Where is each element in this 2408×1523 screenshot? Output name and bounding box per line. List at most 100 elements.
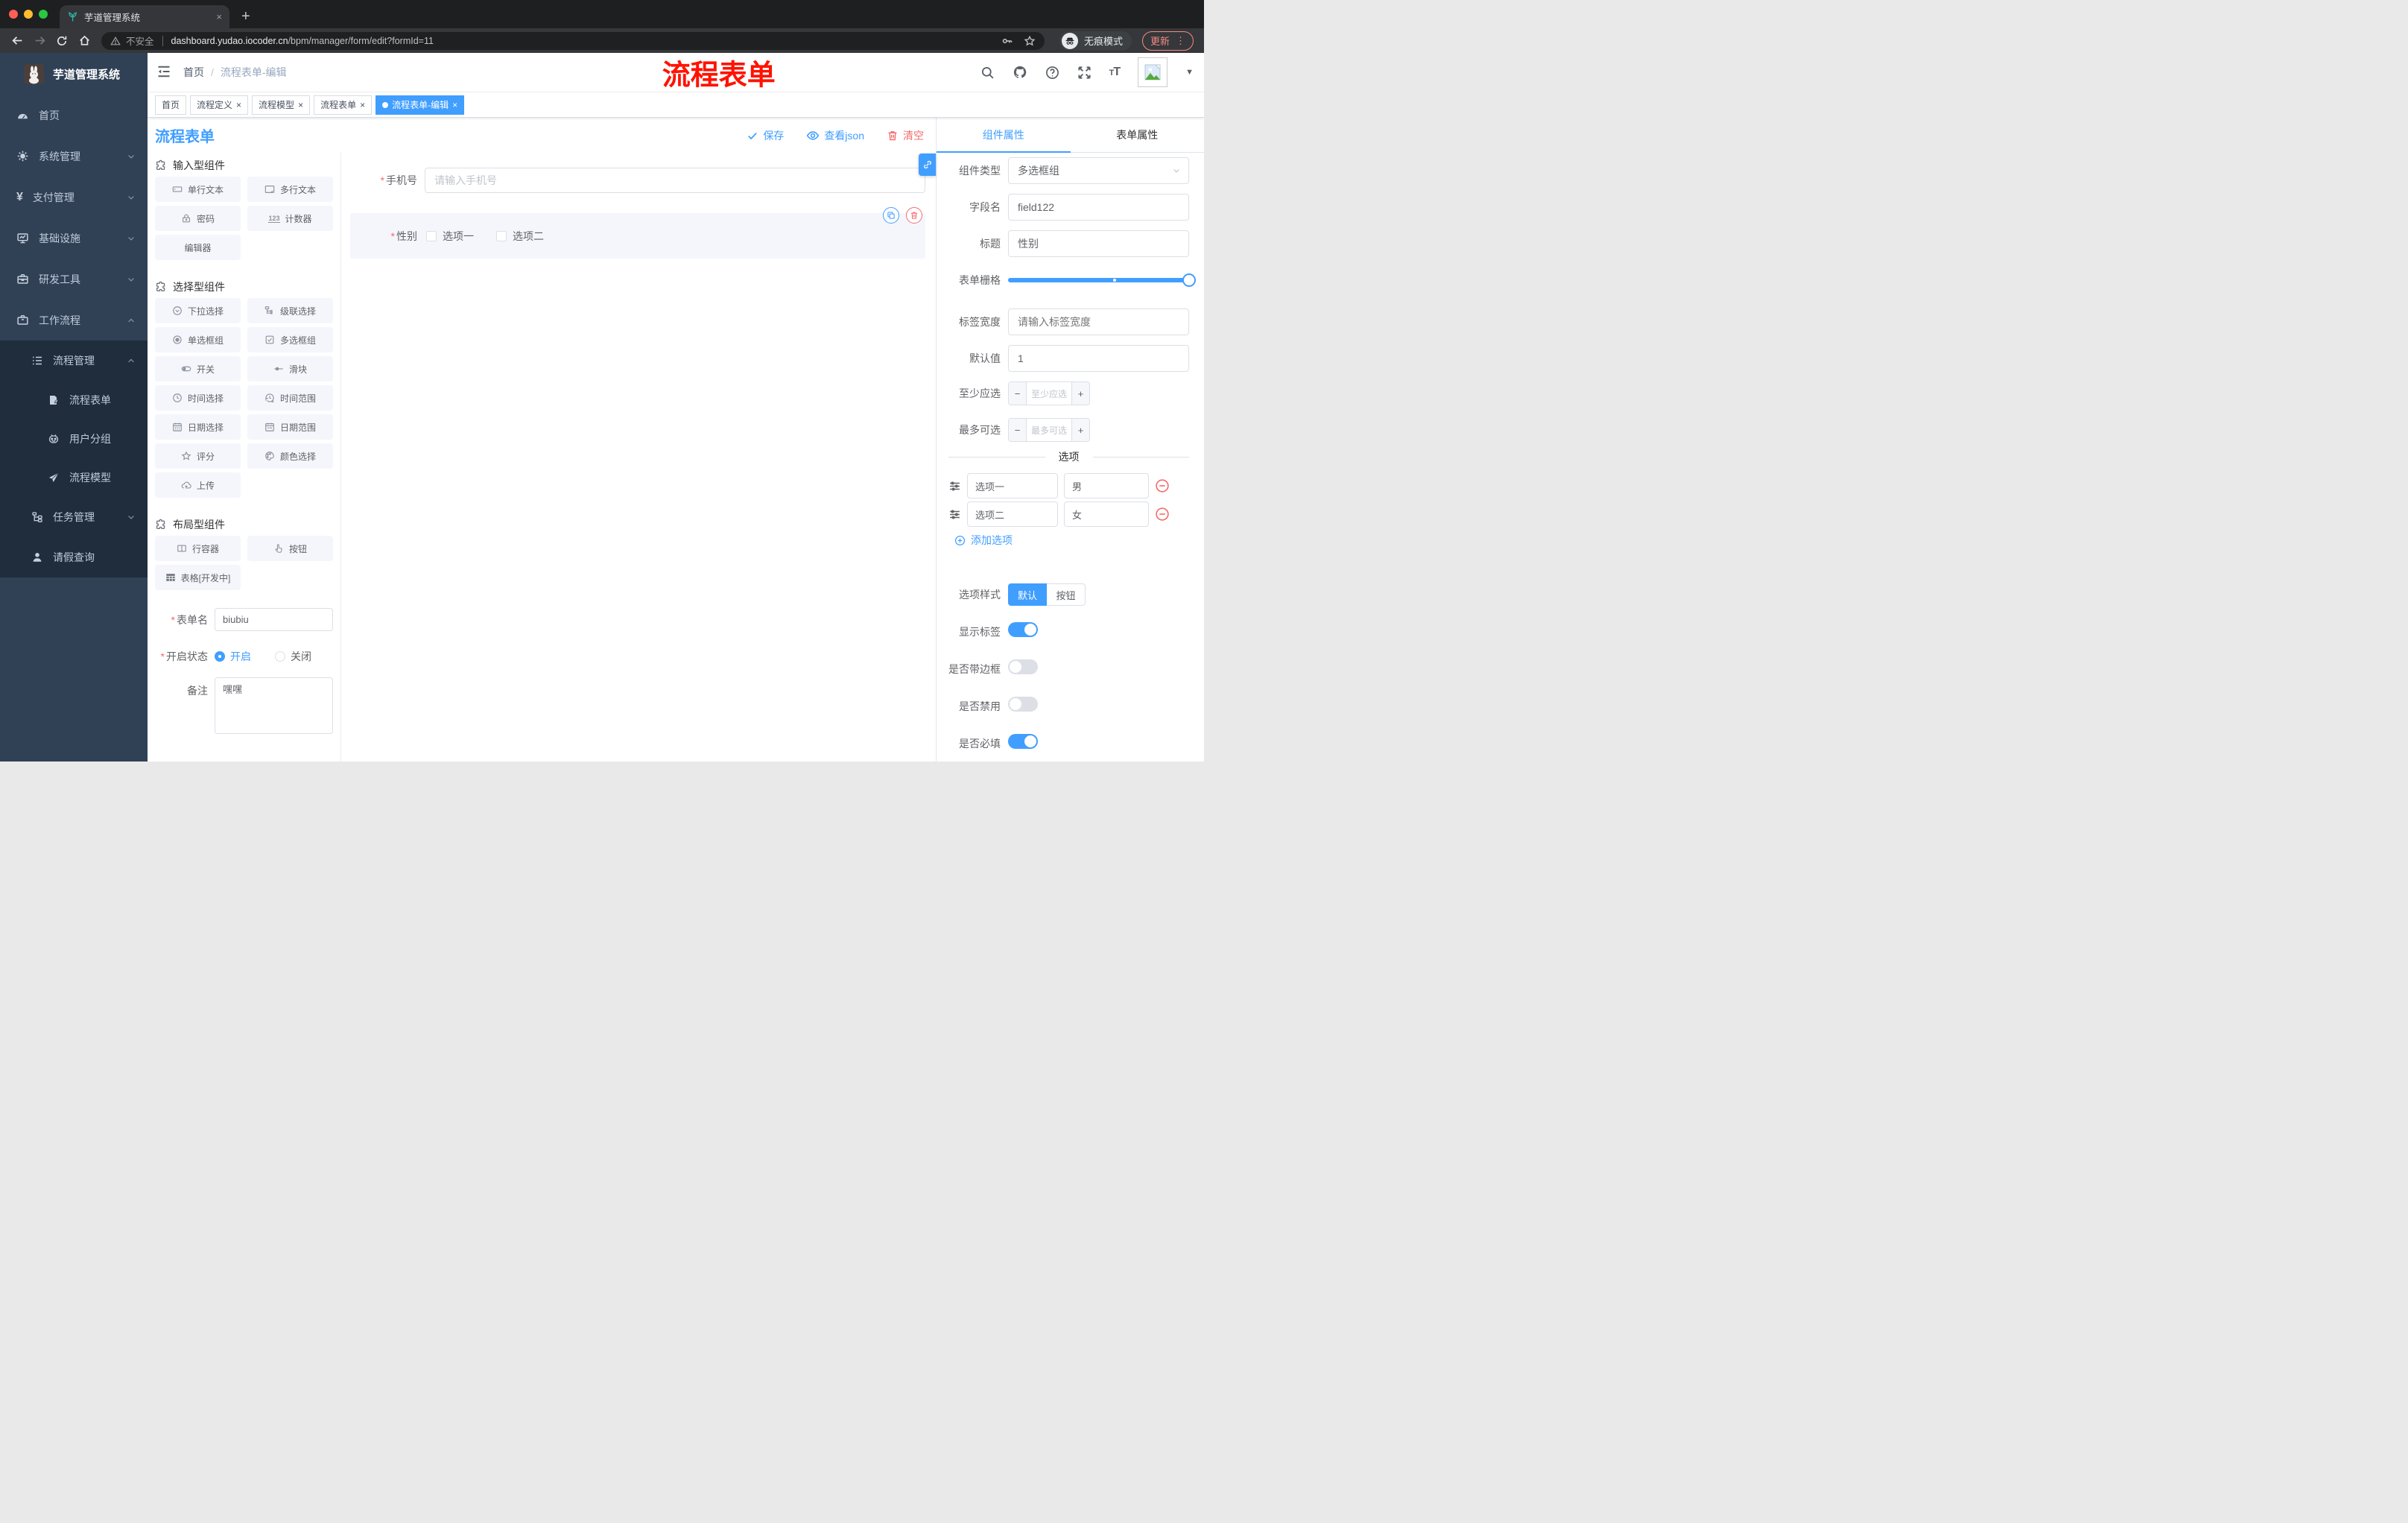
browser-tab[interactable]: 芋道管理系统 × [60,5,229,28]
browser-update-button[interactable]: 更新 ⋮ [1141,31,1194,51]
field-name-input[interactable] [1008,194,1189,221]
stepper-increase-button[interactable]: + [1071,419,1089,441]
tag-home[interactable]: 首页 [155,95,187,115]
password-key-icon[interactable] [1001,35,1013,47]
copy-component-button[interactable] [883,207,899,224]
component-cascader[interactable]: 级联选择 [247,298,333,323]
help-icon[interactable] [1045,66,1059,80]
form-grid-slider[interactable] [1008,267,1196,294]
tag-close-icon[interactable]: × [452,100,457,110]
title-input[interactable] [1008,230,1189,257]
tag-close-icon[interactable]: × [360,100,365,110]
sidebar-item-process-form[interactable]: 流程表单 [0,381,148,419]
window-close-button[interactable] [9,10,18,19]
border-toggle[interactable] [1008,659,1038,674]
min-select-placeholder[interactable]: 至少应选 [1027,382,1071,405]
browser-menu-dots-icon[interactable]: ⋮ [1176,35,1185,47]
canvas-field-phone[interactable]: * 手机号 [350,168,925,193]
label-width-input[interactable] [1008,308,1189,335]
component-time-picker[interactable]: 时间选择 [155,385,241,411]
required-toggle[interactable] [1008,734,1038,749]
new-tab-button[interactable]: + [241,9,250,24]
save-button[interactable]: 保存 [747,128,784,143]
tag-process-model[interactable]: 流程模型 × [252,95,311,115]
fullscreen-icon[interactable] [1077,66,1091,80]
security-warning-icon[interactable] [110,36,121,46]
drag-handle-icon[interactable] [948,508,961,521]
url-text[interactable]: dashboard.yudao.iocoder.cn/bpm/manager/f… [171,36,434,46]
github-icon[interactable] [1013,65,1027,80]
tab-form-props[interactable]: 表单属性 [1070,118,1204,153]
component-single-line-text[interactable]: 单行文本 [155,177,241,202]
sidebar-item-system[interactable]: 系统管理 [0,136,148,177]
option1-value-input[interactable] [1064,473,1149,498]
sidebar-item-leave-query[interactable]: 请假查询 [0,537,148,577]
phone-input[interactable] [425,168,925,193]
gender-option2-label[interactable]: 选项二 [513,229,544,244]
data-binding-tag[interactable] [919,153,936,176]
component-editor[interactable]: 编辑器 [155,235,241,260]
component-switch[interactable]: 开关 [155,356,241,381]
disabled-toggle[interactable] [1008,697,1038,712]
forward-icon[interactable] [30,31,49,51]
font-size-icon[interactable]: TT [1109,66,1121,79]
option2-name-input[interactable] [967,501,1058,527]
security-label[interactable]: 不安全 [126,34,154,48]
drag-handle-icon[interactable] [948,480,961,493]
option2-value-input[interactable] [1064,501,1149,527]
stepper-decrease-button[interactable]: − [1009,382,1027,405]
stepper-decrease-button[interactable]: − [1009,419,1027,441]
sidebar-item-workflow[interactable]: 工作流程 [0,300,148,341]
view-json-button[interactable]: 查看json [806,128,864,143]
remove-option-button[interactable] [1155,478,1170,493]
component-multi-line-text[interactable]: 多行文本 [247,177,333,202]
option1-name-input[interactable] [967,473,1058,498]
component-counter[interactable]: 123 计数器 [247,206,333,231]
delete-component-button[interactable] [906,207,922,224]
component-date-picker[interactable]: 日期选择 [155,414,241,440]
component-slider[interactable]: 滑块 [247,356,333,381]
component-type-select[interactable]: 多选框组 [1008,157,1189,184]
component-select[interactable]: 下拉选择 [155,298,241,323]
component-table-dev[interactable]: 表格[开发中] [155,565,241,590]
stepper-increase-button[interactable]: + [1071,382,1089,405]
bookmark-star-icon[interactable] [1024,35,1036,47]
home-icon[interactable] [75,31,94,51]
address-bar[interactable]: 不安全 dashboard.yudao.iocoder.cn/bpm/manag… [101,31,1045,50]
status-off-label[interactable]: 关闭 [291,649,311,664]
window-minimize-button[interactable] [24,10,33,19]
sidebar-fold-icon[interactable] [156,64,173,80]
component-color-picker[interactable]: 颜色选择 [247,443,333,469]
sidebar-item-process-model[interactable]: 流程模型 [0,458,148,497]
clear-button[interactable]: 清空 [887,128,924,143]
slider-track[interactable] [1008,273,1196,287]
form-canvas[interactable]: *手机号 *性别 选项一 [341,153,936,762]
form-name-input[interactable] [215,608,333,631]
tag-close-icon[interactable]: × [236,100,241,110]
component-radio-group[interactable]: 单选框组 [155,327,241,352]
status-on-radio[interactable] [215,651,225,662]
form-remark-textarea[interactable]: 嘿嘿 [215,677,333,734]
tab-close-icon[interactable]: × [216,11,222,22]
tag-process-definition[interactable]: 流程定义 × [190,95,249,115]
back-icon[interactable] [7,31,27,51]
max-select-placeholder[interactable]: 最多可选 [1027,419,1071,441]
sidebar-item-process-management[interactable]: 流程管理 [0,341,148,381]
sidebar-item-payment[interactable]: ¥ 支付管理 [0,177,148,218]
tag-process-form[interactable]: 流程表单 × [314,95,373,115]
window-maximize-button[interactable] [39,10,48,19]
gender-option2-checkbox[interactable] [496,230,507,241]
component-checkbox-group[interactable]: 多选框组 [247,327,333,352]
remove-option-button[interactable] [1155,507,1170,522]
gender-option1-checkbox[interactable] [426,230,437,241]
canvas-field-gender-selected[interactable]: * 性别 选项一 选项二 [350,207,925,259]
component-date-range[interactable]: 日期范围 [247,414,333,440]
default-value-input[interactable] [1008,345,1189,372]
style-button-button[interactable]: 按钮 [1047,583,1086,606]
status-on-label[interactable]: 开启 [230,649,251,664]
avatar[interactable] [1138,57,1168,87]
component-time-range[interactable]: 时间范围 [247,385,333,411]
component-upload[interactable]: 上传 [155,472,241,498]
slider-handle[interactable] [1182,273,1196,287]
search-icon[interactable] [980,66,995,80]
